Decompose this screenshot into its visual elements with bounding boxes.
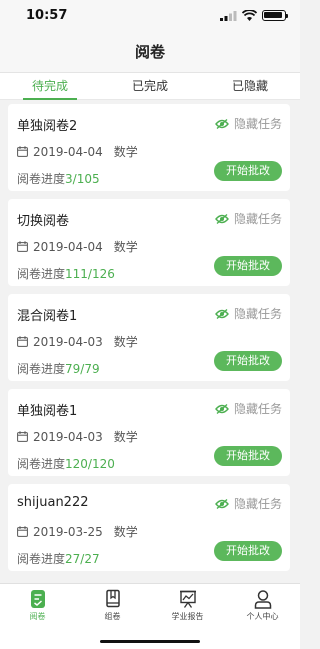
task-meta: 2019-04-03 数学 [17, 428, 138, 445]
task-title: 混合阅卷1 [17, 309, 78, 324]
nav-bar: 阅卷 [0, 32, 300, 72]
exam-paper-icon [30, 590, 45, 608]
bottom-nav-label: 阅卷 [29, 612, 46, 621]
task-progress: 阅卷进度27/27 [17, 550, 100, 567]
eye-icon [215, 213, 229, 224]
task-meta: 2019-04-04 数学 [17, 143, 138, 160]
start-grading-button[interactable]: 开始批改 [214, 351, 282, 371]
eye-icon [215, 118, 229, 129]
task-subject: 数学 [113, 240, 138, 254]
progress-label: 阅卷进度 [17, 267, 66, 281]
eye-icon [215, 308, 229, 319]
task-title: 单独阅卷2 [17, 119, 78, 134]
calendar-icon [17, 336, 28, 347]
progress-value: 3/105 [65, 172, 100, 186]
bottom-nav-grading[interactable]: 阅卷 [0, 584, 75, 649]
task-meta: 2019-04-03 数学 [17, 333, 138, 350]
task-date: 2019-04-03 [33, 334, 103, 349]
hide-task-button[interactable]: 隐藏任务 [215, 495, 282, 512]
bottom-nav-profile[interactable]: 个人中心 [225, 584, 300, 649]
task-date: 2019-04-04 [33, 239, 103, 254]
hide-task-button[interactable]: 隐藏任务 [215, 400, 282, 417]
start-grading-button[interactable]: 开始批改 [214, 446, 282, 466]
task-date: 2019-03-25 [33, 524, 103, 539]
task-subject: 数学 [113, 430, 138, 444]
tab-completed[interactable]: 已完成 [100, 73, 200, 99]
bottom-nav-label: 组卷 [104, 612, 121, 621]
battery-icon [262, 10, 288, 21]
task-progress: 阅卷进度111/126 [17, 265, 115, 282]
hide-task-button[interactable]: 隐藏任务 [215, 305, 282, 322]
task-progress: 阅卷进度79/79 [17, 360, 100, 377]
task-card: 混合阅卷1 隐藏任务 2019-04-03 数学 阅卷进度79/79 开始批改 [8, 294, 290, 381]
hide-task-button[interactable]: 隐藏任务 [215, 115, 282, 132]
bottom-nav-label: 个人中心 [246, 612, 279, 621]
progress-value: 79/79 [65, 362, 100, 376]
task-subject: 数学 [113, 335, 138, 349]
task-card: 单独阅卷1 隐藏任务 2019-04-03 数学 阅卷进度120/120 开始批… [8, 389, 290, 476]
calendar-icon [17, 526, 28, 537]
progress-label: 阅卷进度 [17, 362, 66, 376]
chart-board-icon [179, 590, 196, 608]
calendar-icon [17, 241, 28, 252]
status-time: 10:57 [26, 8, 68, 23]
task-date: 2019-04-04 [33, 144, 103, 159]
task-card: 切换阅卷 隐藏任务 2019-04-04 数学 阅卷进度111/126 开始批改 [8, 199, 290, 286]
hide-task-label: 隐藏任务 [233, 402, 282, 416]
signal-icon [220, 10, 237, 21]
hide-task-label: 隐藏任务 [233, 117, 282, 131]
status-bar: 10:57 [0, 0, 300, 32]
bottom-nav-label: 学业报告 [171, 612, 204, 621]
hide-task-label: 隐藏任务 [233, 307, 282, 321]
start-grading-button[interactable]: 开始批改 [214, 161, 282, 181]
progress-label: 阅卷进度 [17, 172, 66, 186]
start-grading-button[interactable]: 开始批改 [214, 256, 282, 276]
task-progress: 阅卷进度120/120 [17, 455, 115, 472]
task-title: shijuan222 [17, 495, 89, 510]
task-meta: 2019-04-04 数学 [17, 238, 138, 255]
tab-pending[interactable]: 待完成 [0, 73, 100, 99]
eye-icon [215, 403, 229, 414]
page-title: 阅卷 [134, 43, 165, 61]
tab-bar: 待完成 已完成 已隐藏 [0, 72, 300, 100]
progress-value: 120/120 [65, 457, 115, 471]
calendar-icon [17, 431, 28, 442]
start-grading-button[interactable]: 开始批改 [214, 541, 282, 561]
tab-hidden[interactable]: 已隐藏 [200, 73, 300, 99]
task-card: shijuan222 隐藏任务 2019-03-25 数学 阅卷进度27/27 … [8, 484, 290, 571]
eye-icon [215, 498, 229, 509]
task-subject: 数学 [113, 145, 138, 159]
hide-task-button[interactable]: 隐藏任务 [215, 210, 282, 227]
task-date: 2019-04-03 [33, 429, 103, 444]
status-icons [220, 10, 288, 21]
book-icon [105, 589, 120, 608]
progress-label: 阅卷进度 [17, 552, 66, 566]
task-subject: 数学 [113, 525, 138, 539]
hide-task-label: 隐藏任务 [233, 497, 282, 511]
home-indicator [100, 640, 200, 643]
task-title: 单独阅卷1 [17, 404, 78, 419]
calendar-icon [17, 146, 28, 157]
progress-value: 111/126 [65, 267, 115, 281]
task-card: 单独阅卷2 隐藏任务 2019-04-04 数学 阅卷进度3/105 开始批改 [8, 104, 290, 191]
task-title: 切换阅卷 [17, 214, 70, 229]
hide-task-label: 隐藏任务 [233, 212, 282, 226]
task-progress: 阅卷进度3/105 [17, 170, 100, 187]
task-meta: 2019-03-25 数学 [17, 523, 138, 540]
person-icon [254, 590, 271, 609]
progress-label: 阅卷进度 [17, 457, 66, 471]
progress-value: 27/27 [65, 552, 100, 566]
wifi-icon [242, 10, 257, 21]
